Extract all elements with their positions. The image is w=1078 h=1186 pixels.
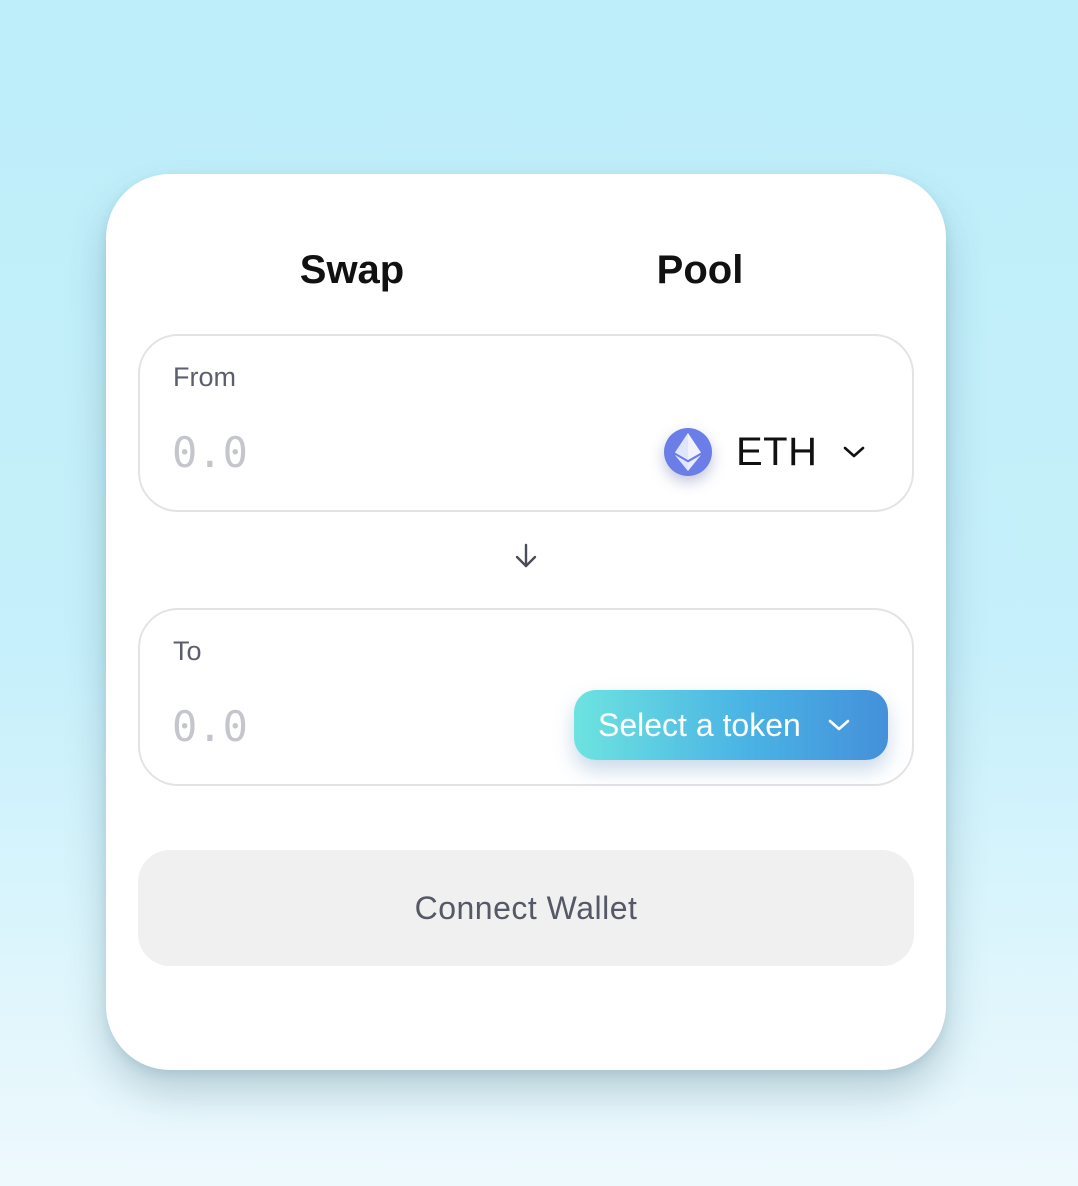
from-token-selector[interactable]: ETH bbox=[664, 426, 866, 478]
to-amount-input[interactable] bbox=[172, 696, 472, 756]
select-token-label: Select a token bbox=[598, 706, 801, 743]
from-token-symbol: ETH bbox=[736, 429, 818, 474]
tab-pool[interactable]: Pool bbox=[657, 242, 744, 298]
to-field: To Select a token bbox=[138, 608, 914, 786]
swap-card: Swap Pool From ETH bbox=[106, 174, 946, 1070]
from-amount-input[interactable] bbox=[172, 422, 472, 482]
tab-swap[interactable]: Swap bbox=[300, 242, 404, 298]
connect-wallet-button[interactable]: Connect Wallet bbox=[138, 850, 914, 966]
chevron-down-icon bbox=[827, 717, 851, 733]
to-label: To bbox=[173, 636, 202, 666]
from-label: From bbox=[173, 362, 236, 392]
select-token-button[interactable]: Select a token bbox=[574, 690, 888, 760]
arrow-down-icon[interactable] bbox=[512, 542, 540, 570]
ethereum-logo-icon bbox=[664, 428, 712, 476]
from-field: From ETH bbox=[138, 334, 914, 512]
chevron-down-icon bbox=[842, 444, 866, 460]
tabs: Swap Pool bbox=[106, 242, 946, 298]
